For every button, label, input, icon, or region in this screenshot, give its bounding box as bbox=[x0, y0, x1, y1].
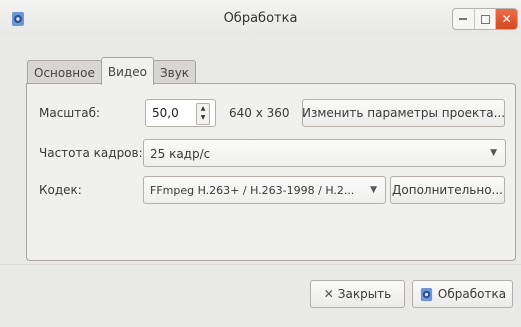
close-button[interactable]: ✕ bbox=[496, 9, 517, 29]
title-bar: Обработка ✕ bbox=[0, 0, 521, 38]
scale-stepper[interactable]: ▲ ▼ bbox=[196, 103, 210, 125]
tab-general[interactable]: Основное bbox=[27, 60, 102, 85]
tab-video[interactable]: Видео bbox=[100, 57, 154, 85]
separator bbox=[0, 264, 521, 265]
framerate-label: Частота кадров: bbox=[39, 146, 143, 160]
minimize-icon bbox=[459, 18, 468, 20]
codec-value: FFmpeg H.263+ / H.263-1998 / H.2... bbox=[150, 184, 355, 197]
framerate-value: 25 кадр/с bbox=[150, 147, 211, 161]
dropdown-arrow-icon: ▼ bbox=[490, 148, 497, 158]
render-gear-icon bbox=[420, 287, 433, 301]
scale-spinbox[interactable]: 50,0 ▲ ▼ bbox=[145, 99, 216, 127]
codec-select[interactable]: FFmpeg H.263+ / H.263-1998 / H.2... ▼ bbox=[143, 176, 386, 204]
change-project-settings-button[interactable]: Изменить параметры проекта... bbox=[302, 99, 505, 127]
close-dialog-button[interactable]: ✕ Закрыть bbox=[310, 280, 405, 308]
render-button-label: Обработка bbox=[437, 287, 507, 301]
dropdown-arrow-icon: ▼ bbox=[370, 185, 377, 195]
framerate-select[interactable]: 25 кадр/с ▼ bbox=[143, 139, 506, 167]
resolution-text: 640 x 360 bbox=[229, 106, 290, 120]
maximize-icon bbox=[480, 14, 490, 24]
close-button-label: Закрыть bbox=[337, 287, 392, 301]
close-icon: ✕ bbox=[501, 12, 512, 26]
codec-label: Кодек: bbox=[39, 183, 82, 197]
render-button[interactable]: Обработка bbox=[412, 280, 513, 308]
window-controls: ✕ bbox=[452, 8, 518, 30]
maximize-button[interactable] bbox=[475, 9, 497, 29]
scale-label: Масштаб: bbox=[39, 106, 101, 120]
spin-down-icon[interactable]: ▼ bbox=[197, 113, 209, 123]
tab-bar: Основное Видео Звук bbox=[27, 57, 197, 85]
close-icon: ✕ bbox=[323, 287, 334, 301]
minimize-button[interactable] bbox=[453, 9, 475, 29]
advanced-button[interactable]: Дополнительно... bbox=[390, 176, 505, 204]
scale-value[interactable]: 50,0 bbox=[152, 106, 179, 120]
window-title: Обработка bbox=[223, 11, 298, 26]
tab-audio[interactable]: Звук bbox=[152, 60, 197, 85]
